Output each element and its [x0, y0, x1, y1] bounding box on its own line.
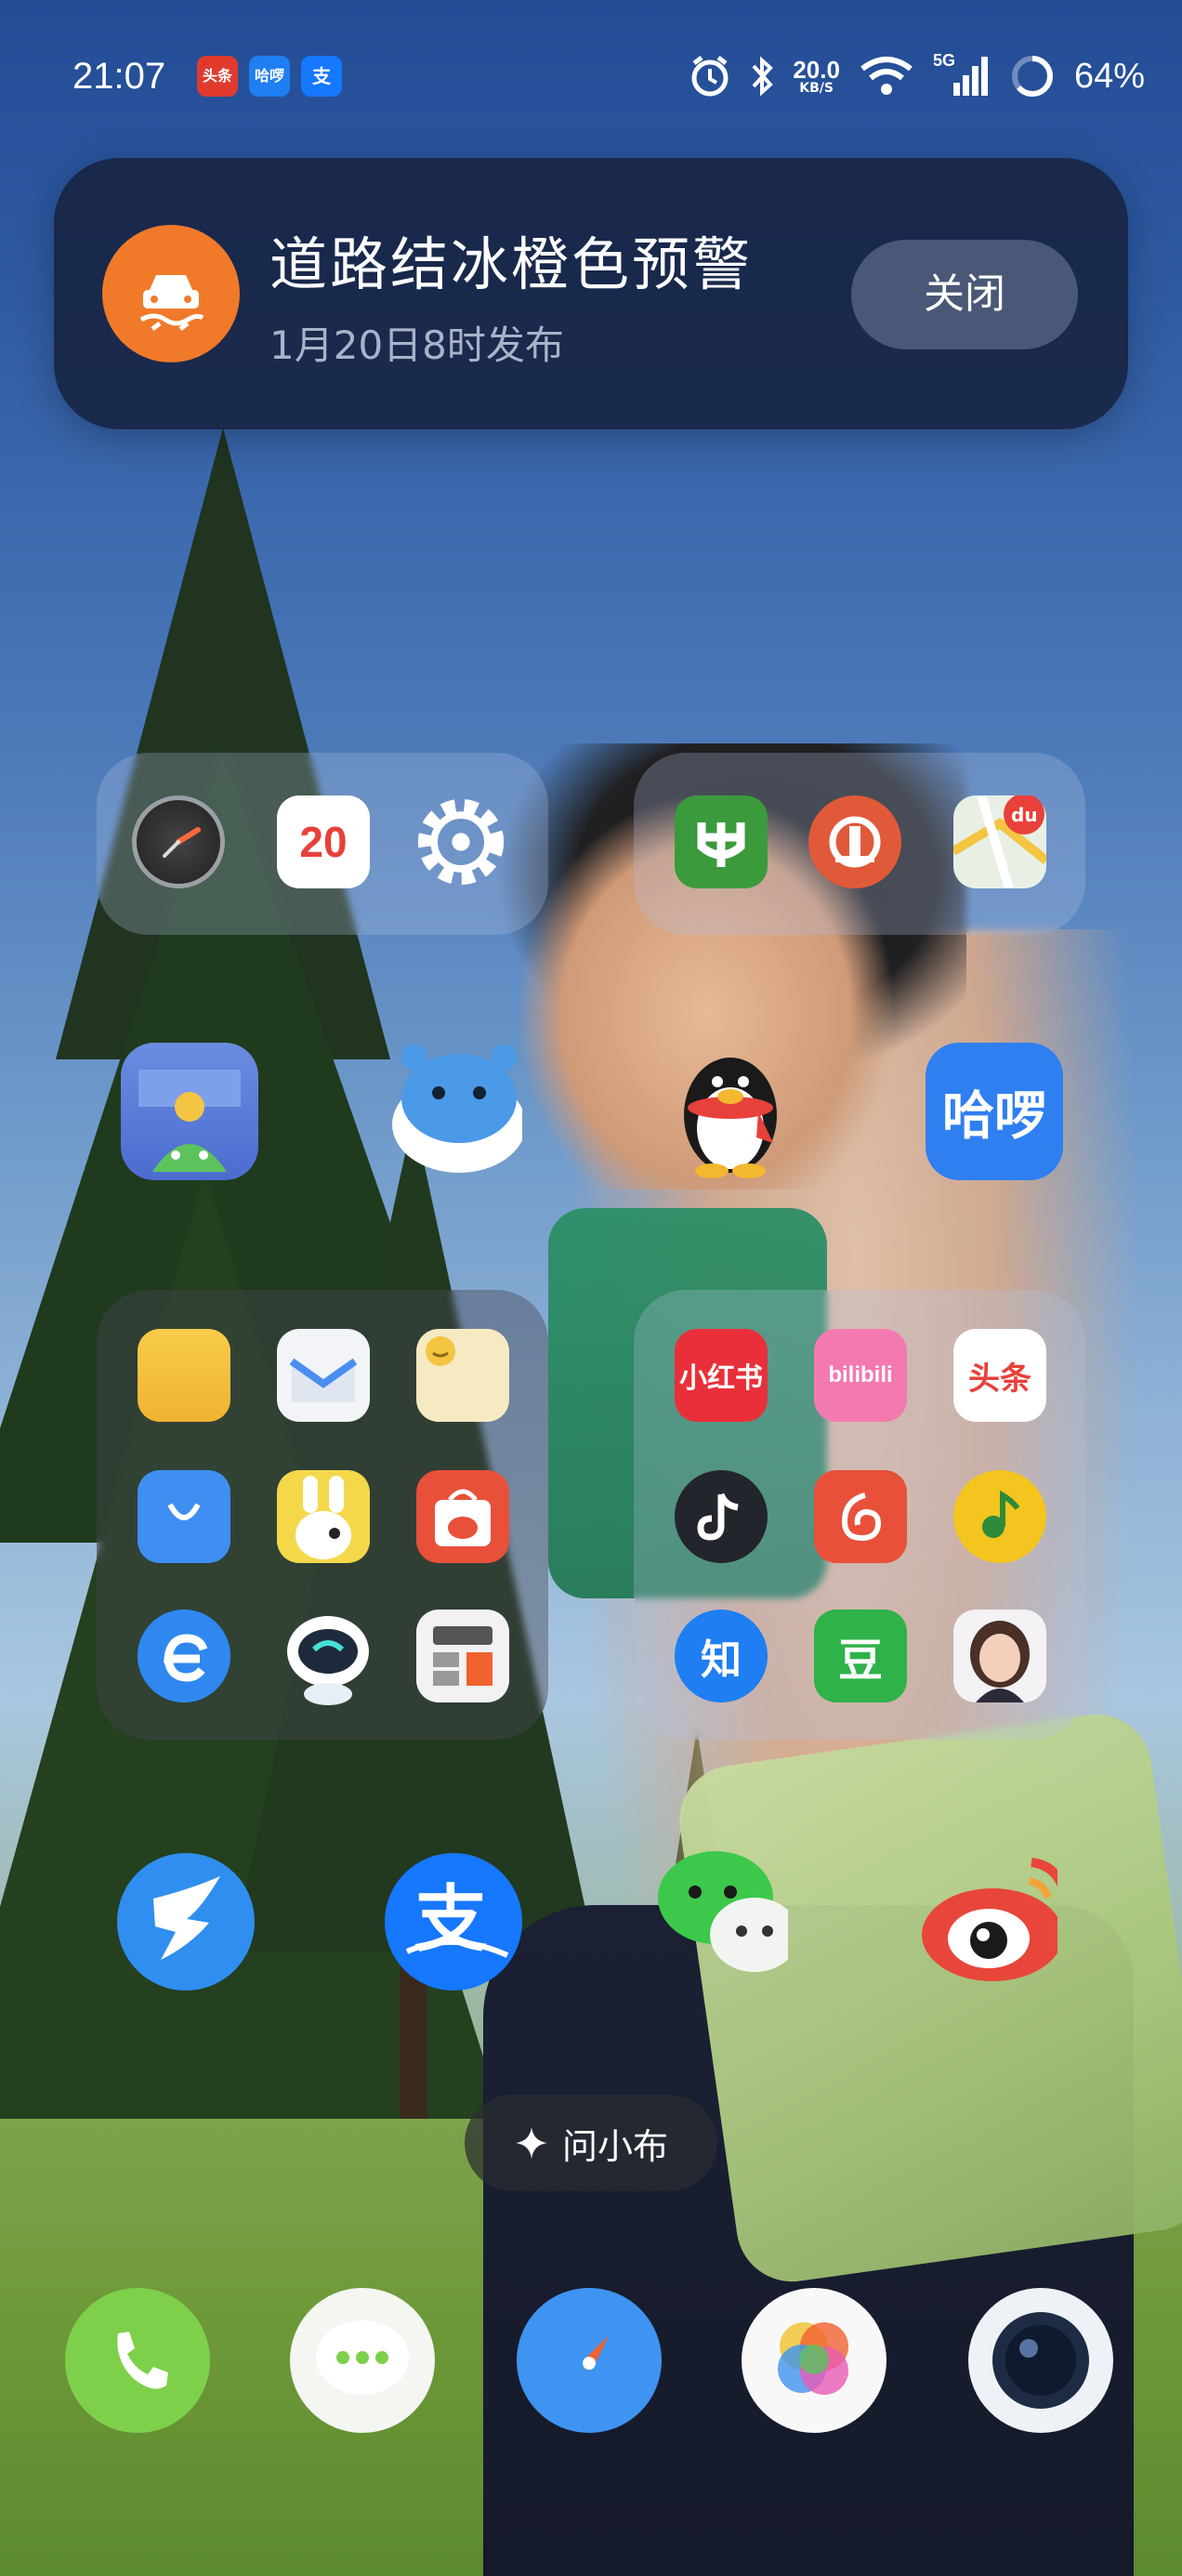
weibo-app-icon[interactable] [920, 1849, 1057, 1987]
robot-assistant-app-icon[interactable] [277, 1610, 370, 1705]
music-app-icon[interactable] [953, 1470, 1046, 1563]
svg-text:支: 支 [414, 1878, 487, 1962]
browser-e-app-icon[interactable] [138, 1610, 230, 1702]
mail-app-icon[interactable] [277, 1329, 370, 1422]
app-store-android-icon[interactable] [121, 1043, 258, 1180]
wifi-icon [860, 57, 913, 95]
sparkle-icon [515, 2127, 547, 2159]
network-speed: 20.0 KB/S [793, 58, 840, 95]
hellobike-status-icon: 哈啰 [249, 56, 290, 97]
battery-percent: 64% [1073, 56, 1145, 96]
bilibili-app-icon[interactable]: bilibili [814, 1329, 907, 1422]
ask-xiaobu-button[interactable]: 问小布 [465, 2095, 717, 2191]
cellular-signal-icon: 5G [933, 51, 991, 98]
metro-app-icon[interactable] [675, 795, 768, 888]
camera-app-icon[interactable] [968, 2288, 1113, 2433]
ask-xiaobu-label: 问小布 [561, 2125, 668, 2167]
battery-ring-icon [1011, 56, 1053, 97]
folder-utilities-left[interactable] [97, 1290, 548, 1740]
hellobike-app-icon[interactable]: 哈啰 [926, 1043, 1063, 1180]
shopping-bag-app-icon[interactable] [138, 1470, 230, 1563]
zhihu-app-icon[interactable]: 知 [675, 1610, 768, 1702]
rabbit-mascot-app-icon[interactable] [277, 1470, 370, 1563]
hippo-mascot-app-icon[interactable] [385, 1037, 522, 1175]
railway-app-icon[interactable] [808, 795, 901, 888]
folder-tools-top-left[interactable]: 20 [97, 753, 548, 935]
browser-compass-app-icon[interactable] [517, 2288, 662, 2433]
notification-title: 道路结冰橙色预警 [269, 230, 754, 298]
svg-text:du: du [1011, 804, 1038, 826]
settings-app-icon[interactable] [414, 795, 507, 888]
pet-shopping-app-icon[interactable] [416, 1470, 509, 1563]
status-bar: 21:07 头条 哈啰 支 20.0 KB/S 5G 64% [0, 0, 1182, 158]
bluetooth-icon [752, 56, 774, 97]
folder-travel-top-right[interactable]: du [634, 753, 1085, 935]
status-right: 20.0 KB/S 5G 64% [689, 51, 1145, 100]
xiaohongshu-app-icon[interactable]: 小红书 [675, 1329, 768, 1422]
notes-app-icon[interactable] [416, 1329, 509, 1422]
net-speed-unit: KB/S [799, 81, 834, 96]
alipay-status-icon: 支 [301, 56, 342, 97]
messages-app-icon[interactable] [290, 2288, 435, 2433]
calculator-app-icon[interactable] [416, 1610, 509, 1702]
netease-music-app-icon[interactable] [814, 1470, 907, 1563]
weather-alert-notification[interactable]: 道路结冰橙色预警 1月20日8时发布 关闭 [54, 158, 1128, 429]
toutiao-app-icon[interactable]: 头条 [953, 1329, 1046, 1422]
icy-road-warning-icon [102, 225, 240, 362]
calendar-app-icon[interactable]: 20 [277, 795, 370, 888]
alarm-icon [691, 56, 729, 97]
clock-app-icon[interactable] [132, 795, 225, 888]
notification-subtitle: 1月20日8时发布 [269, 322, 564, 368]
phone-app-icon[interactable] [65, 2288, 210, 2433]
clock: 21:07 [72, 56, 166, 97]
baidu-map-app-icon[interactable]: du [953, 795, 1046, 888]
avatar-app-icon[interactable] [953, 1610, 1046, 1702]
alipay-app-icon[interactable]: 支 [385, 1853, 522, 1991]
wechat-app-icon[interactable] [650, 1847, 788, 1985]
swallow-app-icon[interactable] [117, 1853, 255, 1991]
douban-app-icon[interactable]: 豆 [814, 1610, 907, 1702]
toutiao-status-icon: 头条 [197, 56, 238, 97]
files-app-icon[interactable] [138, 1329, 230, 1422]
person-shirt [672, 1707, 1182, 2289]
douyin-app-icon[interactable] [675, 1470, 768, 1563]
net-speed-value: 20.0 [793, 56, 840, 84]
qq-penguin-app-icon[interactable] [656, 1037, 794, 1178]
folder-social-right[interactable]: 小红书 bilibili 头条 知 豆 [634, 1290, 1085, 1740]
gallery-app-icon[interactable] [742, 2288, 886, 2433]
close-button[interactable]: 关闭 [851, 240, 1078, 349]
